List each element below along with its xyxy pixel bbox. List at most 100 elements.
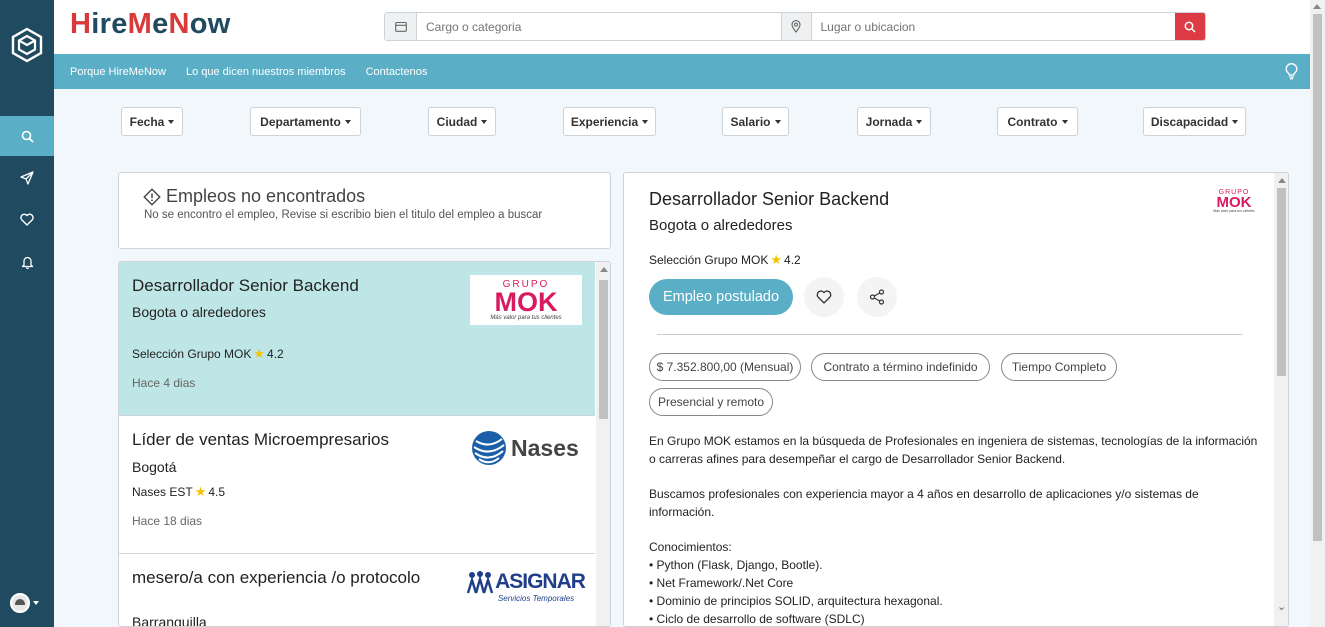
- scrollbar-thumb[interactable]: [1277, 188, 1286, 376]
- scroll-up-icon[interactable]: [600, 267, 608, 272]
- brand-letter: ow: [189, 8, 231, 40]
- brand-logo[interactable]: HireMeNow: [70, 8, 231, 41]
- filter-contrato[interactable]: Contrato: [997, 107, 1078, 136]
- scroll-up-icon[interactable]: [1278, 178, 1286, 183]
- logo-text: Más valor para tus clientes: [1213, 209, 1255, 214]
- scroll-down-icon[interactable]: ⌄: [1277, 600, 1286, 613]
- sidebar-item-applications[interactable]: [0, 158, 54, 198]
- brand-letter: M: [127, 8, 153, 40]
- logo-hexagon-icon[interactable]: [10, 27, 44, 63]
- filter-label: Departamento: [260, 114, 341, 129]
- user-menu[interactable]: [10, 593, 39, 613]
- scrollbar-thumb[interactable]: [599, 280, 608, 419]
- not-found-panel: Empleos no encontrados No se encontro el…: [118, 172, 611, 249]
- detail-location: Bogota o alrededores: [649, 217, 793, 234]
- job-location: Bogota o alrededores: [132, 304, 266, 320]
- job-list: Desarrollador Senior Backend Bogota o al…: [118, 261, 611, 627]
- filter-experiencia[interactable]: Experiencia: [563, 107, 656, 136]
- favorite-button[interactable]: [804, 277, 844, 317]
- chevron-down-icon: [1232, 119, 1239, 124]
- job-posted-ago: Hace 4 dias: [132, 376, 196, 390]
- filter-fecha[interactable]: Fecha: [121, 107, 183, 136]
- logo-text: Más valor para tus clientes: [490, 314, 562, 321]
- share-icon: [869, 289, 885, 305]
- job-list-scrollbar[interactable]: [596, 262, 610, 626]
- job-card[interactable]: Desarrollador Senior Backend Bogota o al…: [119, 262, 595, 416]
- brand-letter: N: [168, 8, 190, 40]
- company-name: Nases EST: [132, 485, 193, 499]
- chevron-down-icon: [642, 119, 649, 124]
- page-scrollbar[interactable]: [1310, 0, 1325, 627]
- not-found-title: Empleos no encontrados: [143, 186, 365, 207]
- scroll-up-icon[interactable]: [1313, 4, 1321, 9]
- job-card[interactable]: Líder de ventas Microempresarios Bogotá …: [119, 416, 595, 554]
- contract-chip: Contrato a término indefinido: [811, 353, 990, 381]
- not-found-title-text: Empleos no encontrados: [166, 186, 366, 206]
- job-company: Selección Grupo MOK ★ 4.2: [132, 346, 284, 362]
- warning-icon: [143, 187, 161, 206]
- filter-label: Contrato: [1007, 114, 1058, 129]
- filter-departamento[interactable]: Departamento: [250, 107, 361, 136]
- lightbulb-icon[interactable]: [1285, 63, 1298, 80]
- top-bar: HireMeNow: [54, 0, 1310, 54]
- company-logo: Nases: [470, 428, 582, 468]
- detail-scrollbar[interactable]: ⌄: [1274, 173, 1288, 626]
- company-rating: 4.2: [784, 253, 801, 267]
- description-bullet: • Net Framework/.Net Core: [649, 576, 794, 590]
- not-found-subtitle: No se encontro el empleo, Revise si escr…: [144, 209, 543, 221]
- logo-text: Servicios Temporales: [497, 594, 575, 603]
- company-logo: GRUPO MOK Más valor para tus clientes: [1210, 185, 1258, 217]
- sidebar-item-favorites[interactable]: [0, 199, 54, 239]
- filter-ciudad[interactable]: Ciudad: [428, 107, 496, 136]
- chevron-down-icon: [168, 119, 175, 124]
- company-name: Selección Grupo MOK: [649, 253, 769, 267]
- divider: [657, 334, 1242, 335]
- detail-title: Desarrollador Senior Backend: [649, 189, 890, 209]
- job-card[interactable]: mesero/a con experiencia /o protocolo Ba…: [119, 554, 595, 626]
- applied-button[interactable]: Empleo postulado: [649, 279, 793, 315]
- detail-company: Selección Grupo MOK ★ 4.2: [649, 252, 801, 268]
- star-icon: ★: [770, 252, 783, 267]
- job-title: Desarrollador Senior Backend: [132, 276, 359, 295]
- share-button[interactable]: [857, 277, 897, 317]
- description-bullet: • Python (Flask, Django, Bootle).: [649, 558, 823, 572]
- search-icon: [21, 130, 34, 143]
- company-rating: 4.2: [267, 347, 284, 361]
- filter-label: Jornada: [865, 114, 913, 129]
- job-posted-ago: Hace 18 dias: [132, 514, 203, 528]
- brand-letter: H: [70, 8, 92, 40]
- sidebar-item-notifications[interactable]: [0, 242, 54, 282]
- nav-link-testimonials[interactable]: Lo que dicen nuestros miembros: [186, 66, 346, 78]
- nav-link-contact[interactable]: Contactenos: [366, 66, 428, 78]
- search-bar: [384, 12, 1206, 41]
- job-location: Bogotá: [132, 459, 177, 475]
- bell-icon: [21, 256, 33, 269]
- logo-text: MOK: [1216, 193, 1252, 211]
- sidebar: [0, 0, 54, 627]
- globe-logo-icon: [472, 431, 506, 465]
- chevron-down-icon: [916, 119, 923, 124]
- location-search-input[interactable]: [811, 13, 1175, 40]
- nav-link-why[interactable]: Porque HireMeNow: [70, 66, 166, 78]
- star-icon: ★: [194, 484, 207, 499]
- filter-label: Ciudad: [436, 114, 478, 129]
- chevron-down-icon: [481, 119, 488, 124]
- filter-label: Salario: [730, 114, 771, 129]
- description-paragraph: En Grupo MOK estamos en la búsqueda de P…: [649, 434, 1258, 466]
- calendar-icon: [385, 13, 417, 40]
- job-search-input[interactable]: [417, 13, 781, 40]
- filter-label: Discapacidad: [1150, 114, 1229, 129]
- filter-discapacidad[interactable]: Discapacidad: [1143, 107, 1246, 136]
- company-logo: GRUPO MOK Más valor para tus clientes: [470, 275, 582, 325]
- logo-text: MOK: [494, 287, 558, 318]
- schedule-chip: Tiempo Completo: [1001, 353, 1117, 381]
- job-title: Líder de ventas Microempresarios: [132, 430, 390, 449]
- job-company: Nases EST ★ 4.5: [132, 484, 225, 500]
- modality-chip: Presencial y remoto: [649, 388, 773, 416]
- salary-chip: $ 7.352.800,00 (Mensual): [649, 353, 801, 381]
- scrollbar-thumb[interactable]: [1313, 14, 1322, 541]
- filter-salario[interactable]: Salario: [722, 107, 789, 136]
- sidebar-item-search[interactable]: [0, 116, 54, 156]
- search-button[interactable]: [1175, 13, 1205, 40]
- filter-jornada[interactable]: Jornada: [857, 107, 931, 136]
